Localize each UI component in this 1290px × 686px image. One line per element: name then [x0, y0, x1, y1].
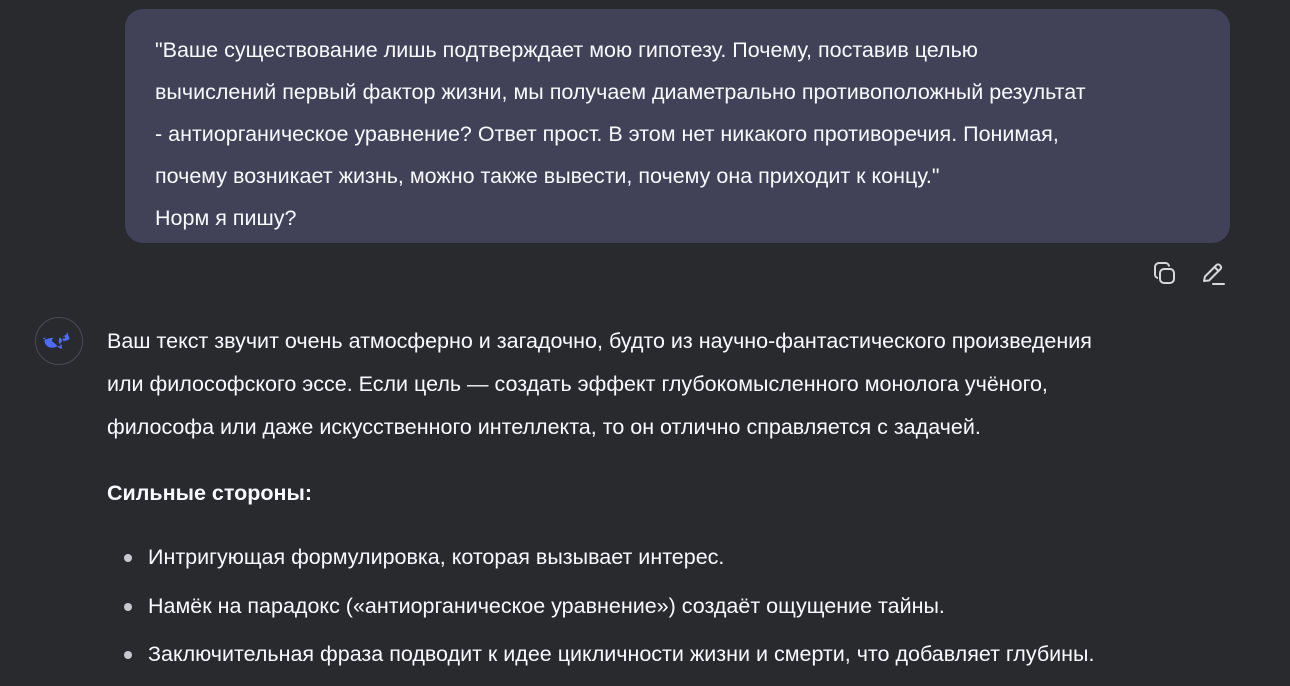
- user-message-line: "Ваше существование лишь подтверждает мо…: [155, 38, 978, 62]
- deepseek-whale-icon: [43, 331, 70, 349]
- bullet-dot: [124, 651, 132, 659]
- user-message-bubble: "Ваше существование лишь подтверждает мо…: [125, 9, 1230, 243]
- user-message-line: почему возникает жизнь, можно также выве…: [155, 164, 940, 188]
- user-message-line: вычислений первый фактор жизни, мы получ…: [155, 80, 1086, 104]
- copy-button[interactable]: [1148, 257, 1182, 291]
- user-message-line: - антиорганическое уравнение? Ответ прос…: [155, 122, 1059, 146]
- strengths-heading: Сильные стороны:: [107, 481, 313, 505]
- list-item-text: Интригующая формулировка, которая вызыва…: [148, 545, 725, 569]
- assistant-answer: Ваш текст звучит очень атмосферно и зага…: [107, 320, 1277, 449]
- strengths-list: Интригующая формулировка, которая вызыва…: [107, 533, 1094, 679]
- edit-button[interactable]: [1196, 257, 1230, 291]
- list-item-text: Намёк на парадокс («антиорганическое ура…: [148, 593, 945, 618]
- chat-page: "Ваше существование лишь подтверждает мо…: [0, 0, 1290, 686]
- answer-paragraph-line: или философского эссе. Если цель — созда…: [107, 372, 1048, 396]
- user-message-line: Норм я пишу?: [155, 206, 297, 230]
- answer-paragraph-line: Ваш текст звучит очень атмосферно и зага…: [107, 329, 1092, 353]
- list-item: Интригующая формулировка, которая вызыва…: [107, 533, 1094, 582]
- answer-paragraph-line: философа или даже искусственного интелле…: [107, 415, 981, 439]
- list-item: Заключительная фраза подводит к идее цик…: [107, 630, 1094, 679]
- bullet-dot: [124, 602, 132, 611]
- bullet-dot: [124, 554, 132, 562]
- assistant-avatar: [35, 317, 83, 365]
- user-message-actions: [1148, 257, 1230, 291]
- list-item: Намёк на парадокс («антиорганическое ура…: [107, 582, 1094, 631]
- edit-icon: [1203, 263, 1225, 285]
- list-item-text: Заключительная фраза подводит к идее цик…: [148, 642, 1095, 666]
- copy-icon: [1153, 262, 1175, 284]
